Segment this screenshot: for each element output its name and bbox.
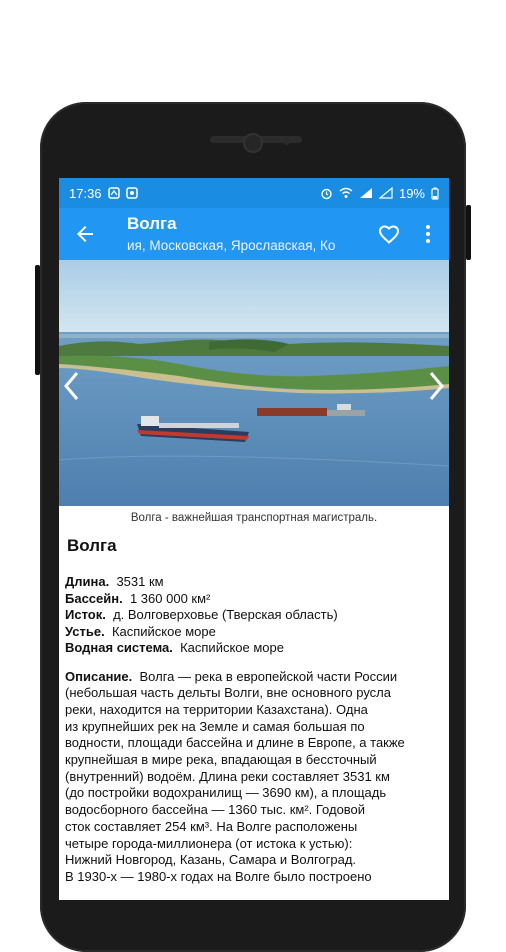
back-arrow-icon[interactable] <box>73 222 97 246</box>
fact-value: д. Волговерховье (Тверская область) <box>113 607 338 622</box>
description-line: (небольшая часть дельты Волги, вне основ… <box>65 685 391 701</box>
notification-icon <box>107 187 120 199</box>
front-camera <box>243 133 263 153</box>
app-toolbar: Волга ия, Московская, Ярославская, Ко <box>59 208 449 260</box>
description-label: Описание. <box>65 668 133 684</box>
fact-label: Устье. <box>65 623 105 639</box>
description-line: Нижний Новгород, Казань, Самара и Волгог… <box>65 852 357 868</box>
battery-icon <box>431 187 439 200</box>
fact-value: Каспийское море <box>180 640 284 655</box>
fact-row: Устье. Каспийское море <box>65 624 443 641</box>
fact-value: 1 360 000 км² <box>129 590 211 606</box>
fact-row: Бассейн. 1 360 000 км² <box>65 591 443 608</box>
chevron-right-icon[interactable] <box>425 370 447 402</box>
article-heading: Волга <box>67 536 117 555</box>
fact-label: Водная система. <box>65 640 173 655</box>
description-line: (до постройки водохранилищ — 3690 км), а… <box>65 785 387 801</box>
description-line: Описание. Волга — река в европейской час… <box>65 669 443 686</box>
battery-percent: 19% <box>398 185 425 201</box>
fact-row: Исток. д. Волговерховье (Тверская област… <box>65 607 443 624</box>
river-photo <box>59 260 449 506</box>
river-image <box>59 260 449 506</box>
description-line: из крупнейших рек на Земле и самая больш… <box>65 718 365 734</box>
signal-icon-2 <box>378 187 393 199</box>
alarm-icon <box>321 188 332 199</box>
fact-row: Водная система. Каспийское море <box>65 640 443 657</box>
app-screen: 17:36 19% Волга ия, Московская, Ярославс… <box>59 178 449 900</box>
description-line: четыре города-миллионера (от истока к ус… <box>65 835 353 851</box>
fact-label: Длина. <box>65 574 110 589</box>
chevron-left-icon[interactable] <box>61 370 83 402</box>
volume-button <box>35 265 40 375</box>
fact-value: 3531 км <box>116 574 164 589</box>
description-line: крупнейшая в мире река, впадающая в бесс… <box>65 752 377 768</box>
app-notification-icon <box>125 187 138 199</box>
photo-caption: Волга - важнейшая транспортная магистрал… <box>130 512 378 524</box>
fact-label: Бассейн. <box>65 590 123 606</box>
article-content: Волга Длина. 3531 км Бассейн. 1 360 000 … <box>59 536 449 886</box>
description-line: реки, находится на территории Казахстана… <box>65 701 368 717</box>
fact-label: Исток. <box>65 607 106 622</box>
heart-outline-icon[interactable] <box>377 222 401 246</box>
description-text: Волга — река в европейской части России <box>139 668 398 684</box>
page-subtitle: ия, Московская, Ярославская, Ко <box>127 238 336 253</box>
fact-row: Длина. 3531 км <box>65 574 443 591</box>
wifi-icon <box>339 187 353 198</box>
status-bar: 17:36 19% <box>59 178 449 208</box>
description-line: (внутренний) водоём. Длина реки составля… <box>65 768 390 784</box>
description-line: водности, площади бассейна и длине в Евр… <box>65 735 405 751</box>
status-time: 17:36 <box>69 185 102 201</box>
power-button <box>466 205 471 260</box>
description: Описание. Волга — река в европейской час… <box>65 669 443 886</box>
description-line: водосборного бассейна — 1360 тыс. км². Г… <box>65 802 366 818</box>
signal-icon <box>359 188 372 198</box>
more-vert-icon[interactable] <box>421 222 435 246</box>
proximity-sensor <box>283 138 290 145</box>
fact-value: Каспийское море <box>111 623 216 639</box>
page-title: Волга <box>127 214 177 233</box>
description-line: сток составляет 254 км³. На Волге распол… <box>65 818 358 834</box>
description-line: В 1930-х — 1980-х годах на Волге было по… <box>65 868 372 884</box>
